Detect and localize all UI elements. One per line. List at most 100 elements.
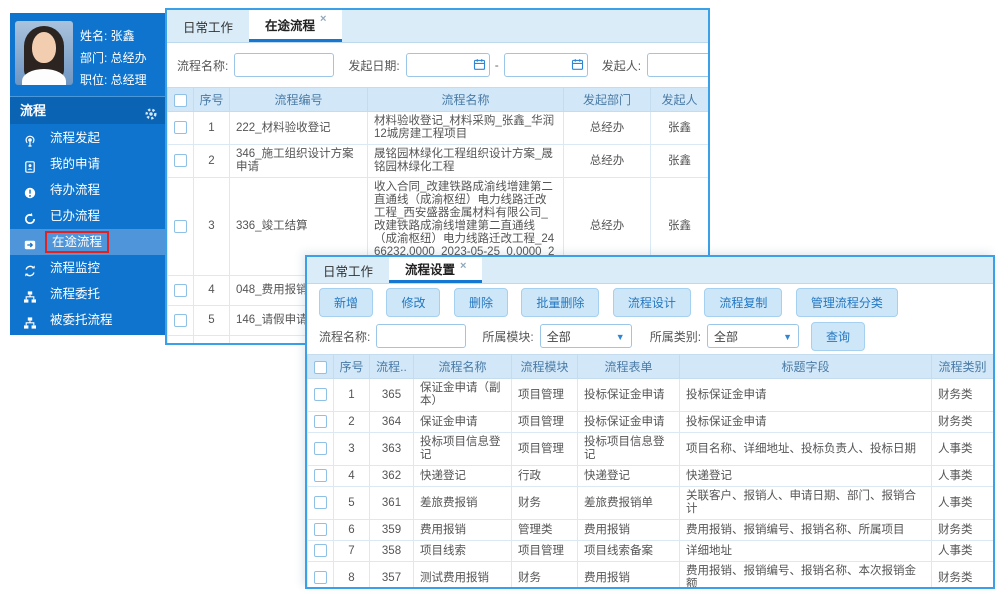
tab-daily-work[interactable]: 日常工作: [167, 10, 249, 42]
initiator-input[interactable]: [647, 53, 710, 77]
table-row[interactable]: 1365保证金申请（副本）项目管理投标保证金申请投标保证金申请财务类: [308, 379, 994, 412]
column-header: 流程名称: [414, 355, 512, 379]
checkbox-cell: [308, 541, 334, 562]
sidebar-item-todo-processes[interactable]: 待办流程: [10, 177, 165, 203]
row-checkbox[interactable]: [314, 442, 327, 455]
module-select[interactable]: 全部 ▼: [540, 324, 632, 348]
table-cell: 364: [370, 412, 414, 433]
table-cell: 快递登记: [578, 466, 680, 487]
table-row[interactable]: 6359费用报销管理类费用报销费用报销、报销编号、报销名称、所属项目财务类: [308, 520, 994, 541]
sidebar-item-my-applications[interactable]: 我的申请: [10, 151, 165, 177]
sidebar: 姓名: 张鑫 部门: 总经办 职位: 总经理 流程 流程发起 我的申请 待办流程: [10, 13, 165, 335]
row-checkbox[interactable]: [174, 344, 187, 345]
process-settings-window: 日常工作 流程设置 × 新增 修改 删除 批量删除 流程设计 流程复制 管理流程…: [305, 255, 995, 589]
close-icon[interactable]: ×: [320, 13, 326, 25]
process-name-label: 流程名称:: [319, 328, 370, 345]
query-button[interactable]: 查询: [811, 322, 865, 351]
row-checkbox[interactable]: [314, 523, 327, 536]
sidebar-item-label: 我的申请: [50, 157, 100, 171]
row-checkbox[interactable]: [174, 220, 187, 233]
table-cell: 总经办: [564, 112, 651, 145]
sidebar-item-done-processes[interactable]: 已办流程: [10, 203, 165, 229]
sidebar-item-process-start[interactable]: 流程发起: [10, 125, 165, 151]
table-cell: 1: [334, 379, 370, 412]
delete-button[interactable]: 删除: [454, 288, 508, 317]
table-cell: 财务: [512, 487, 578, 520]
table-cell: 费用报销: [578, 562, 680, 590]
row-checkbox[interactable]: [314, 415, 327, 428]
tab-in-transit-processes[interactable]: 在途流程 ×: [249, 10, 342, 42]
table-cell: 3: [334, 433, 370, 466]
table-header-row: 序号 流程.. 流程名称 流程模块 流程表单 标题字段 流程类别: [308, 355, 994, 379]
table-row[interactable]: 2364保证金申请项目管理投标保证金申请投标保证金申请财务类: [308, 412, 994, 433]
tab-process-settings[interactable]: 流程设置 ×: [389, 257, 482, 283]
row-checkbox[interactable]: [174, 314, 187, 327]
row-checkbox[interactable]: [174, 154, 187, 167]
column-header: 发起部门: [564, 88, 651, 112]
sitemap-icon: [23, 313, 37, 327]
table-cell: 2: [194, 145, 230, 178]
screen: 姓名: 张鑫 部门: 总经办 职位: 总经理 流程 流程发起 我的申请 待办流程: [0, 0, 1000, 600]
tab-daily-work[interactable]: 日常工作: [307, 257, 389, 283]
sidebar-item-delegated-processes[interactable]: 被委托流程: [10, 307, 165, 333]
table-cell: 人事类: [932, 433, 994, 466]
sidebar-menu: 流程发起 我的申请 待办流程 已办流程 在途流程 流程监控: [10, 125, 165, 333]
select-all-checkbox[interactable]: [314, 361, 327, 374]
row-checkbox[interactable]: [174, 284, 187, 297]
table-cell: 投标保证金申请: [680, 379, 932, 412]
table-row[interactable]: 8357测试费用报销财务费用报销费用报销、报销编号、报销名称、本次报销金额财务类: [308, 562, 994, 590]
process-name-input[interactable]: [234, 53, 334, 77]
row-checkbox[interactable]: [314, 544, 327, 557]
table-cell: 材料验收登记_材料采购_张鑫_华润12城房建工程项目: [368, 112, 564, 145]
table-cell: 5: [334, 487, 370, 520]
header-checkbox-cell: [168, 88, 194, 112]
table-cell: 人事类: [932, 487, 994, 520]
row-checkbox[interactable]: [314, 496, 327, 509]
table-header-row: 序号 流程编号 流程名称 发起部门 发起人: [168, 88, 709, 112]
edit-button[interactable]: 修改: [386, 288, 440, 317]
sidebar-item-label: 已办流程: [50, 209, 100, 223]
table-row[interactable]: 5361差旅费报销财务差旅费报销单关联客户、报销人、申请日期、部门、报销合计人事…: [308, 487, 994, 520]
tab-bar: 日常工作 流程设置 ×: [307, 257, 993, 284]
row-checkbox[interactable]: [314, 388, 327, 401]
calendar-icon[interactable]: [473, 58, 486, 71]
gear-icon[interactable]: [144, 103, 158, 117]
table-cell: 财务类: [932, 562, 994, 590]
table-row[interactable]: 7358项目线索项目管理项目线索备案详细地址人事类: [308, 541, 994, 562]
process-settings-table: 序号 流程.. 流程名称 流程模块 流程表单 标题字段 流程类别 1365保证金…: [307, 354, 994, 589]
table-row[interactable]: 4362快递登记行政快递登记快递登记人事类: [308, 466, 994, 487]
checkbox-cell: [168, 145, 194, 178]
checkbox-cell: [308, 412, 334, 433]
profile-name: 姓名: 张鑫: [80, 25, 147, 47]
calendar-icon[interactable]: [571, 58, 584, 71]
column-header: 发起人: [651, 88, 709, 112]
table-cell: 费用报销: [414, 520, 512, 541]
exclamation-circle-icon: [23, 183, 37, 197]
row-checkbox[interactable]: [174, 121, 187, 134]
manage-process-category-button[interactable]: 管理流程分类: [796, 288, 898, 317]
process-design-button[interactable]: 流程设计: [613, 288, 691, 317]
sidebar-item-process-delegation[interactable]: 流程委托: [10, 281, 165, 307]
table-cell: 2: [334, 412, 370, 433]
table-cell: 财务类: [932, 520, 994, 541]
process-name-input[interactable]: [376, 324, 466, 348]
add-button[interactable]: 新增: [319, 288, 373, 317]
row-checkbox[interactable]: [314, 571, 327, 584]
sidebar-item-process-monitor[interactable]: 流程监控: [10, 255, 165, 281]
toolbar: 新增 修改 删除 批量删除 流程设计 流程复制 管理流程分类: [307, 284, 993, 318]
table-row[interactable]: 3363投标项目信息登记项目管理投标项目信息登记项目名称、详细地址、投标负责人、…: [308, 433, 994, 466]
table-cell: 8: [334, 562, 370, 590]
category-select[interactable]: 全部 ▼: [707, 324, 799, 348]
row-checkbox[interactable]: [314, 469, 327, 482]
table-cell: 测试费用报销: [414, 562, 512, 590]
select-all-checkbox[interactable]: [174, 94, 187, 107]
table-cell: 222_材料验收登记: [230, 112, 368, 145]
table-cell: 行政: [512, 466, 578, 487]
table-row[interactable]: 1222_材料验收登记材料验收登记_材料采购_张鑫_华润12城房建工程项目总经办…: [168, 112, 709, 145]
process-copy-button[interactable]: 流程复制: [704, 288, 782, 317]
batch-delete-button[interactable]: 批量删除: [521, 288, 599, 317]
sidebar-item-in-transit-processes[interactable]: 在途流程: [10, 229, 165, 255]
table-row[interactable]: 2346_施工组织设计方案申请晟铭园林绿化工程组织设计方案_晟铭园林绿化工程总经…: [168, 145, 709, 178]
column-header: 流程表单: [578, 355, 680, 379]
close-icon[interactable]: ×: [460, 260, 466, 272]
